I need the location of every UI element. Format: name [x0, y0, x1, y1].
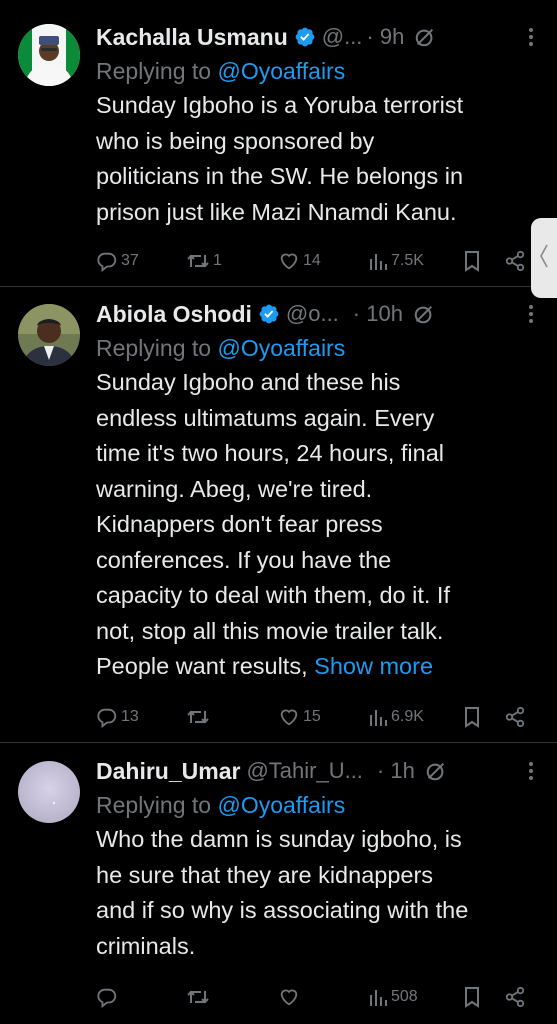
reply-count: 13 — [121, 708, 139, 725]
bookmark-button[interactable] — [462, 700, 482, 734]
replying-to: Replying to @Oyoaffairs — [96, 788, 537, 822]
avatar-dahiru[interactable] — [18, 761, 80, 823]
share-icon — [504, 986, 526, 1008]
handle[interactable]: @... — [322, 24, 363, 50]
tweet-2[interactable]: Abiola Oshodi @o... · 10h Replying to @O… — [0, 287, 557, 743]
replying-to-mention[interactable]: @Oyoaffairs — [217, 792, 345, 818]
display-name[interactable]: Abiola Oshodi — [96, 301, 252, 328]
share-icon — [504, 706, 526, 728]
reply-count: 37 — [121, 252, 139, 269]
reply-button[interactable] — [96, 980, 121, 1014]
grok-icon[interactable] — [425, 760, 447, 782]
views-button[interactable]: 7.5K — [368, 244, 424, 278]
handle[interactable]: @o... — [286, 301, 339, 327]
bookmark-icon — [462, 250, 482, 272]
reply-icon — [96, 250, 118, 272]
like-button[interactable]: 15 — [278, 700, 321, 734]
like-count: 15 — [303, 708, 321, 725]
grok-icon[interactable] — [413, 303, 435, 325]
replying-to-mention[interactable]: @Oyoaffairs — [217, 335, 345, 361]
views-button[interactable]: 508 — [368, 980, 418, 1014]
verified-badge-icon — [258, 303, 280, 325]
like-count: 14 — [303, 252, 321, 269]
display-name[interactable]: Dahiru_Umar — [96, 758, 240, 785]
timestamp[interactable]: · 1h — [377, 758, 415, 784]
share-button[interactable] — [504, 700, 526, 734]
retweet-icon — [186, 986, 210, 1008]
action-bar: 508 — [96, 980, 537, 1014]
views-count: 7.5K — [391, 252, 424, 269]
tweet-3[interactable]: Dahiru_Umar @Tahir_U... · 1h Replying to… — [0, 743, 557, 1024]
tweet-text: Sunday Igboho and these his endless ulti… — [96, 365, 537, 685]
like-button[interactable] — [278, 980, 303, 1014]
display-name[interactable]: Kachalla Usmanu — [96, 24, 288, 51]
retweet-count: 1 — [213, 252, 222, 269]
grok-icon[interactable] — [414, 26, 436, 48]
bookmark-icon — [462, 706, 482, 728]
heart-icon — [278, 250, 300, 272]
edge-panel-handle[interactable] — [531, 218, 557, 298]
replying-to: Replying to @Oyoaffairs — [96, 331, 537, 365]
heart-icon — [278, 986, 300, 1008]
action-bar: 37 1 14 7.5K — [96, 244, 537, 278]
views-count: 508 — [391, 988, 418, 1005]
tweet-1[interactable]: Kachalla Usmanu @... · 9h Replying to @O… — [0, 0, 557, 287]
tweet-text: Who the damn is sunday igboho, is he sur… — [96, 826, 469, 959]
bookmark-button[interactable] — [462, 980, 482, 1014]
bookmark-icon — [462, 986, 482, 1008]
replying-to-label: Replying to — [96, 335, 218, 361]
replying-to: Replying to @Oyoaffairs — [96, 54, 537, 88]
retweet-button[interactable]: 1 — [186, 244, 222, 278]
share-button[interactable] — [504, 244, 526, 278]
replying-to-label: Replying to — [96, 792, 218, 818]
replying-to-label: Replying to — [96, 58, 218, 84]
tweet-text-body: Sunday Igboho and these his endless ulti… — [96, 369, 450, 679]
more-options-icon[interactable] — [521, 754, 541, 788]
avatar-abiola[interactable] — [18, 304, 80, 366]
bookmark-button[interactable] — [462, 244, 482, 278]
action-bar: 13 15 6.9K — [96, 700, 537, 734]
share-icon — [504, 250, 526, 272]
avatar-kachalla[interactable] — [18, 24, 80, 86]
retweet-icon — [186, 250, 210, 272]
more-options-icon[interactable] — [521, 20, 541, 54]
views-icon — [368, 250, 388, 272]
views-icon — [368, 706, 388, 728]
timestamp[interactable]: · 10h — [353, 301, 403, 327]
verified-badge-icon — [294, 26, 316, 48]
replying-to-mention[interactable]: @Oyoaffairs — [217, 58, 345, 84]
retweet-button[interactable] — [186, 980, 213, 1014]
views-icon — [368, 986, 388, 1008]
reply-icon — [96, 706, 118, 728]
views-count: 6.9K — [391, 708, 424, 725]
reply-button[interactable]: 37 — [96, 244, 139, 278]
heart-icon — [278, 706, 300, 728]
like-button[interactable]: 14 — [278, 244, 321, 278]
chevron-left-icon — [539, 243, 549, 274]
more-options-icon[interactable] — [521, 297, 541, 331]
reply-button[interactable]: 13 — [96, 700, 139, 734]
show-more-link[interactable]: Show more — [314, 653, 433, 679]
retweet-icon — [186, 706, 210, 728]
reply-icon — [96, 986, 118, 1008]
timestamp[interactable]: · 9h — [366, 24, 404, 50]
handle[interactable]: @Tahir_U... — [246, 758, 362, 784]
views-button[interactable]: 6.9K — [368, 700, 424, 734]
retweet-button[interactable] — [186, 700, 213, 734]
tweet-text: Sunday Igboho is a Yoruba terrorist who … — [96, 92, 464, 225]
share-button[interactable] — [504, 980, 526, 1014]
